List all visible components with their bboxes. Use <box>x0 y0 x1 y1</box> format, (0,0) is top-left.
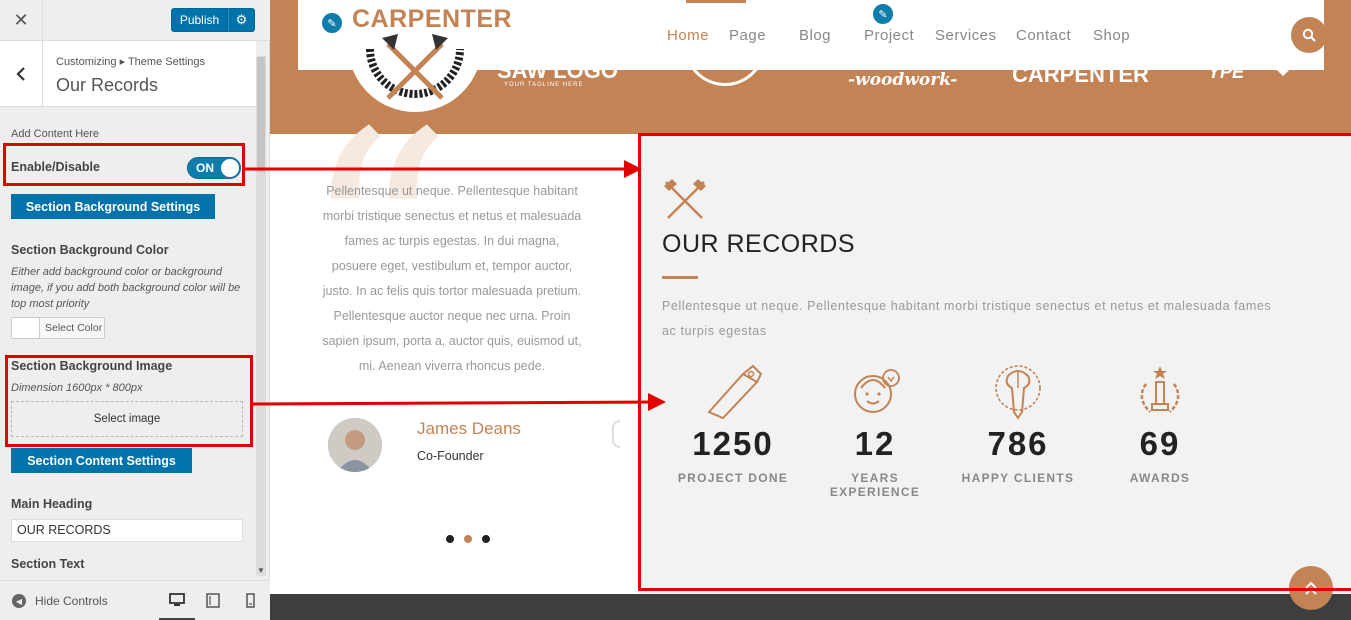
nav-home[interactable]: Home <box>667 27 709 44</box>
desktop-preview-icon[interactable] <box>168 591 186 609</box>
nav-services[interactable]: Services <box>935 27 997 44</box>
main-heading-label: Main Heading <box>11 497 93 511</box>
section-header: Customizing ▸ Theme Settings Our Records <box>0 41 256 107</box>
testimonial-author: James Deans <box>417 419 521 438</box>
bg-settings-button[interactable]: Section Background Settings <box>11 194 215 219</box>
main-heading-input[interactable]: OUR RECORDS <box>11 519 243 542</box>
testimonial-text: Pellentesque ut neque. Pellentesque habi… <box>322 184 582 373</box>
carousel-dot-3[interactable] <box>482 535 490 543</box>
collapse-arrow-icon[interactable]: ◀ <box>12 594 26 608</box>
highlight-records-section <box>638 133 1351 591</box>
testimonial-section: “ Pellentesque ut neque. Pellentesque ha… <box>298 94 638 594</box>
search-icon <box>1302 28 1316 42</box>
site-logo-text: CARPENTER <box>352 5 513 33</box>
breadcrumb: Customizing ▸ Theme Settings <box>56 56 205 68</box>
gear-icon: ⚙ <box>235 12 248 27</box>
carousel-dot-2[interactable] <box>464 535 472 543</box>
highlight-bg-image <box>5 355 253 447</box>
publish-button[interactable]: Publish <box>171 8 228 32</box>
scroll-down-arrow-icon[interactable]: ▼ <box>257 566 265 575</box>
edit-menu-pencil-icon[interactable]: ✎ <box>871 2 895 26</box>
mobile-preview-icon[interactable] <box>241 591 259 609</box>
bg-color-help: Either add background color or backgroun… <box>11 266 241 310</box>
hide-controls-button[interactable]: Hide Controls <box>35 594 108 608</box>
avatar <box>328 418 382 472</box>
edit-logo-pencil-icon[interactable]: ✎ <box>320 11 344 35</box>
brand-logo-woodwork: -woodwork- <box>848 70 958 90</box>
brand-logo-tagline: YOUR TAGLINE HERE <box>504 82 584 88</box>
next-testimonial-fragment <box>612 420 620 448</box>
publish-settings-button[interactable]: ⚙ <box>228 8 255 32</box>
nav-shop[interactable]: Shop <box>1093 27 1130 44</box>
close-icon: ✕ <box>13 10 29 30</box>
scrollbar-thumb[interactable] <box>257 57 265 172</box>
select-color-label: Select Color <box>45 322 103 334</box>
back-button[interactable] <box>0 41 43 106</box>
testimonial-role: Co-Founder <box>417 449 484 463</box>
nav-active-indicator <box>686 0 746 3</box>
customizer-sidebar: ✕ Publish ⚙ Customizing ▸ Theme Settings… <box>0 0 270 620</box>
select-color-button[interactable]: Select Color <box>11 317 105 339</box>
nav-contact[interactable]: Contact <box>1016 27 1071 44</box>
bg-color-label: Section Background Color <box>11 243 169 257</box>
customizer-footer: ◀ Hide Controls <box>0 580 270 620</box>
carousel-dot-1[interactable] <box>446 535 454 543</box>
search-button[interactable] <box>1291 17 1327 53</box>
nav-page[interactable]: Page <box>729 27 766 44</box>
chevron-left-icon <box>16 66 25 81</box>
section-text-label: Section Text <box>11 557 85 571</box>
color-swatch <box>12 318 40 338</box>
footer-band <box>270 594 1351 620</box>
content-settings-button[interactable]: Section Content Settings <box>11 448 192 473</box>
section-title: Our Records <box>56 75 159 95</box>
highlight-enable-toggle <box>3 143 245 186</box>
customizer-header: ✕ Publish ⚙ <box>0 0 270 41</box>
customizer-root: ✕ Publish ⚙ Customizing ▸ Theme Settings… <box>0 0 1351 620</box>
add-content-label: Add Content Here <box>11 128 100 140</box>
nav-project[interactable]: Project <box>864 27 914 44</box>
nav-blog[interactable]: Blog <box>799 27 831 44</box>
close-customizer-button[interactable]: ✕ <box>0 0 43 41</box>
tablet-preview-icon[interactable] <box>204 591 222 609</box>
